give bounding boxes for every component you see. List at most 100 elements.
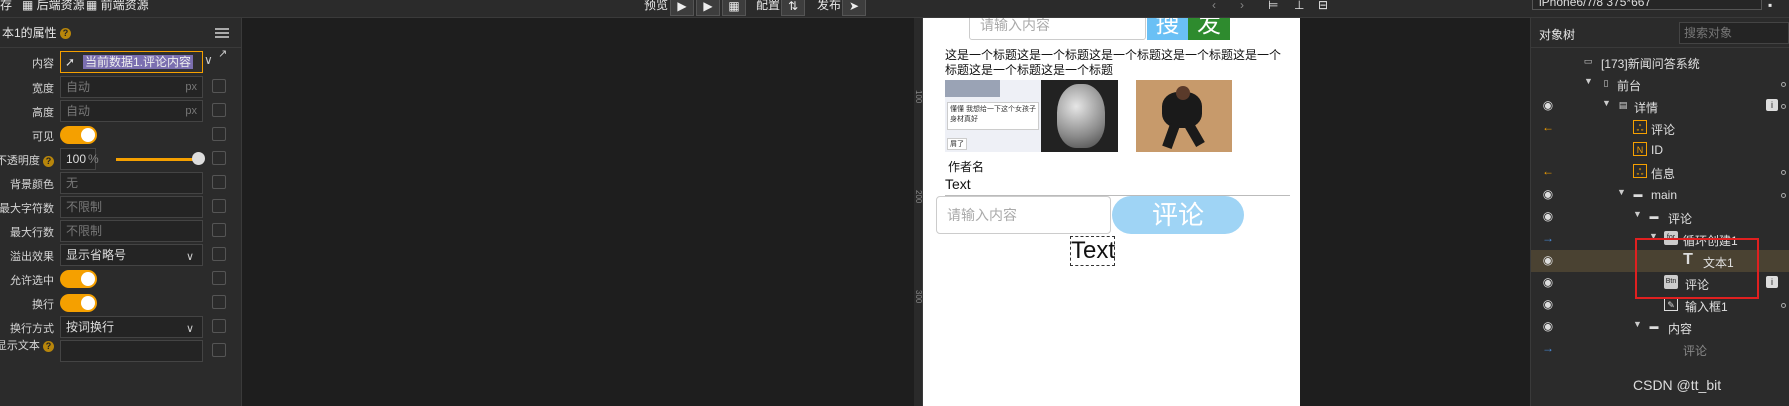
tree-item-label: 评论 [1668, 212, 1693, 226]
caret-down-icon[interactable]: ▼ [1602, 98, 1611, 108]
opacity-unit: % [88, 152, 99, 166]
caret-down-icon[interactable]: ▼ [1584, 76, 1593, 86]
link-icon[interactable] [212, 295, 226, 309]
tree-item[interactable]: ◉ ▼ ▤ 详情 i [1531, 95, 1789, 117]
tree-item[interactable]: ◉ Btn 评论 i [1531, 272, 1789, 294]
object-search-input[interactable]: 搜索对象 [1679, 22, 1789, 44]
caret-down-icon[interactable]: ▼ [1649, 231, 1658, 241]
tree-item[interactable]: ← ஃ 评论 [1531, 117, 1789, 139]
tree-item[interactable]: ▼ ▯ 前台 [1531, 73, 1789, 95]
tree-item[interactable]: N ID [1531, 139, 1789, 161]
play-icon[interactable]: ▶ [670, 0, 694, 16]
height-input[interactable]: 自动 px [60, 100, 203, 122]
visible-toggle[interactable] [60, 126, 97, 144]
info-icon[interactable]: i [1766, 276, 1778, 288]
undo-icon[interactable]: ‹ [1212, 0, 1216, 18]
eye-icon[interactable]: ◉ [1541, 297, 1555, 311]
link-icon[interactable] [212, 175, 226, 189]
tree-item-label: 内容 [1668, 322, 1693, 336]
tree-item[interactable]: ◉ ▼ ▬ 评论 [1531, 206, 1789, 228]
help-icon[interactable]: ? [43, 340, 54, 352]
overflow-select[interactable]: 显示省略号 ∨ [60, 244, 203, 266]
align-icon[interactable]: ⊨ [1268, 0, 1278, 18]
placeholder-label: 无显示文本 ? [0, 340, 54, 352]
design-canvas[interactable]: 100 200 300 请输入内容 搜 发 这是一个标题这是一个标题这是一个标题… [243, 18, 1530, 406]
link-icon[interactable] [212, 127, 226, 141]
info-icon[interactable]: i [1766, 99, 1778, 111]
tree-item[interactable]: → 评论 [1531, 338, 1789, 360]
qr-icon[interactable]: ▦ [722, 0, 746, 16]
tree-item-label: 评论 [1683, 344, 1708, 358]
maxchars-input[interactable]: 不限制 [60, 196, 203, 218]
prop-opacity: 不透明度 ? 100% [0, 148, 242, 170]
search-button[interactable]: 搜 [1147, 18, 1188, 40]
opacity-slider-handle[interactable] [192, 152, 205, 165]
frontend-resources-button[interactable]: ▦ 前端资源 [86, 0, 149, 18]
wrapmode-select[interactable]: 按词换行 ∨ [60, 316, 203, 338]
link-icon[interactable] [212, 79, 226, 93]
container-icon: ▬ [1633, 189, 1643, 199]
help-icon[interactable]: ? [60, 28, 72, 40]
link-icon[interactable] [212, 343, 226, 357]
tree-item[interactable]: ◉ T 文本1 [1531, 250, 1789, 272]
top-search-input[interactable]: 请输入内容 [969, 18, 1146, 40]
tab-object-tree[interactable]: 对象树 [1539, 26, 1575, 43]
prop-content: 内容 ➚ 当前数据1.评论内容 ∨ ↗ [0, 48, 242, 73]
tree-item[interactable]: ▭ [173]新闻问答系统 [1531, 51, 1789, 73]
tree-item[interactable]: → ▼ for 循环创建1 [1531, 228, 1789, 250]
publish-icon[interactable]: ➤ [842, 0, 866, 16]
eye-icon[interactable]: ◉ [1541, 319, 1555, 333]
eye-icon[interactable]: ◉ [1541, 253, 1555, 267]
eye-icon[interactable]: ◉ [1541, 187, 1555, 201]
menu-icon[interactable] [215, 28, 229, 38]
more-icon[interactable]: ▪ [1768, 0, 1772, 18]
placeholder-input[interactable] [60, 340, 203, 362]
backend-resources-button[interactable]: ▦ 后端资源 [22, 0, 85, 18]
tree-item[interactable]: ◉ ▼ ▬ main [1531, 184, 1789, 206]
device-select[interactable]: iPhone6/7/8 375*667 [1532, 0, 1762, 10]
help-icon[interactable]: ? [43, 155, 54, 167]
eye-icon[interactable]: ◉ [1541, 209, 1555, 223]
width-input[interactable]: 自动 px [60, 76, 203, 98]
link-icon[interactable] [212, 319, 226, 333]
comment-input[interactable]: 请输入内容 [936, 196, 1111, 234]
align-center-icon[interactable]: ⊥ [1294, 0, 1304, 18]
caret-down-icon[interactable]: ▼ [1633, 209, 1642, 219]
opacity-slider[interactable] [116, 158, 199, 161]
save-button[interactable]: 存 [0, 0, 12, 18]
watermark: CSDN @tt_bit [1633, 377, 1722, 393]
link-icon[interactable] [212, 199, 226, 213]
content-value: 当前数据1.评论内容 [83, 55, 194, 69]
caret-down-icon[interactable]: ▼ [1633, 319, 1642, 329]
selected-text-element[interactable]: Text [1070, 236, 1115, 266]
chevron-down-icon[interactable]: ∨ [204, 53, 213, 67]
tree-item[interactable]: ◉ ▼ ▬ 内容 [1531, 316, 1789, 338]
allowselect-toggle[interactable] [60, 270, 97, 288]
config-icon[interactable]: ⇅ [781, 0, 805, 16]
play-page-icon[interactable]: ▶ [696, 0, 720, 16]
content-field[interactable]: ➚ 当前数据1.评论内容 [60, 51, 203, 73]
tree-item[interactable]: ← ஃ 信息 [1531, 161, 1789, 183]
redo-icon[interactable]: › [1240, 0, 1244, 18]
bgcolor-input[interactable]: 无 [60, 172, 203, 194]
maxlines-input[interactable]: 不限制 [60, 220, 203, 242]
prop-wrapmode: 换行方式 按词换行 ∨ [0, 316, 242, 338]
eye-icon[interactable]: ◉ [1541, 275, 1555, 289]
wrap-toggle[interactable] [60, 294, 97, 312]
caret-down-icon[interactable]: ▼ [1617, 187, 1626, 197]
comment-button[interactable]: 评论 [1112, 196, 1244, 234]
link-icon[interactable] [212, 151, 226, 165]
link-icon[interactable] [212, 103, 226, 117]
link-icon[interactable] [212, 223, 226, 237]
eye-icon[interactable]: ◉ [1541, 98, 1555, 112]
arrow-right-icon: → [1542, 341, 1554, 355]
layout-icon[interactable]: ⊟ [1318, 0, 1328, 18]
status-dot [1781, 82, 1786, 87]
link-icon[interactable] [212, 271, 226, 285]
expand-icon[interactable]: ↗ [218, 47, 227, 60]
send-button[interactable]: 发 [1188, 18, 1230, 40]
tree-item[interactable]: ◉ ✎ 输入框1 [1531, 294, 1789, 316]
link-icon[interactable] [212, 247, 226, 261]
app-window: 存 ▦ 后端资源 ▦ 前端资源 预览 ▶ ▶ ▦ 配置 ⇅ 发布 ➤ ‹ › ⊨… [0, 0, 1789, 406]
opacity-input[interactable]: 100% [60, 148, 99, 170]
